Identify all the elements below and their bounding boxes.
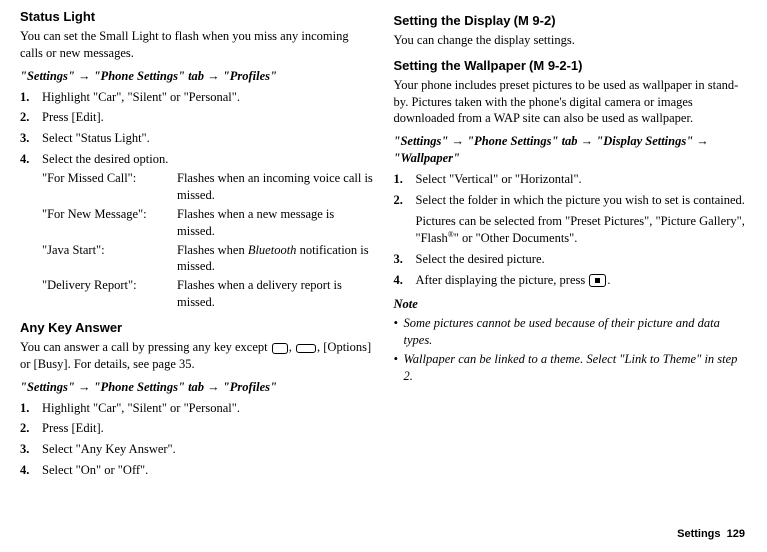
wallpaper-heading: Setting the Wallpaper	[394, 58, 526, 73]
step-item: 1. Highlight "Car", "Silent" or "Persona…	[20, 400, 374, 417]
wallpaper-code: (M 9-2-1)	[529, 58, 582, 73]
step-text: Select "Vertical" or "Horizontal".	[416, 171, 748, 188]
step-item: 3. Select "Any Key Answer".	[20, 441, 374, 458]
step-number: 4.	[20, 462, 42, 479]
page-columns: Status Light You can set the Small Light…	[20, 8, 747, 479]
step-number: 2.	[20, 420, 42, 437]
step-text: Select the folder in which the picture y…	[416, 193, 745, 207]
subnote-suffix: " or "Other Documents".	[454, 231, 578, 245]
right-column: Setting the Display (M 9-2) You can chan…	[394, 8, 748, 479]
step-item: 1. Select "Vertical" or "Horizontal".	[394, 171, 748, 188]
any-key-path: "Settings" → "Phone Settings" tab → "Pro…	[20, 379, 374, 396]
step-item: 4. After displaying the picture, press .	[394, 272, 748, 289]
wallpaper-path: "Settings" → "Phone Settings" tab → "Dis…	[394, 133, 748, 167]
step-number: 3.	[394, 251, 416, 268]
step-text: Highlight "Car", "Silent" or "Personal".	[42, 400, 374, 417]
step-text: Select "On" or "Off".	[42, 462, 374, 479]
wallpaper-steps: 1. Select "Vertical" or "Horizontal". 2.…	[394, 171, 748, 288]
display-code: (M 9-2)	[514, 13, 556, 28]
step-text-prefix: After displaying the picture, press	[416, 273, 589, 287]
step-number: 1.	[394, 171, 416, 188]
center-key-icon	[589, 274, 606, 287]
step-body: After displaying the picture, press .	[416, 272, 748, 289]
any-key-heading: Any Key Answer	[20, 320, 122, 335]
footer-label: Settings	[677, 528, 720, 540]
status-light-path: "Settings" → "Phone Settings" tab → "Pro…	[20, 68, 374, 85]
option-row: "Java Start": Flashes when Bluetooth not…	[42, 242, 374, 276]
step-number: 2.	[20, 109, 42, 126]
step-text: Select the desired picture.	[416, 251, 748, 268]
any-key-intro-mid: ,	[289, 340, 295, 354]
step-number: 4.	[394, 272, 416, 289]
option-desc-prefix: Flashes when	[177, 243, 248, 257]
note-item: • Some pictures cannot be used because o…	[394, 315, 748, 349]
step-number: 1.	[20, 89, 42, 106]
step-item: 3. Select the desired picture.	[394, 251, 748, 268]
step-item: 4. Select the desired option.	[20, 151, 374, 168]
note-heading: Note	[394, 296, 748, 313]
clear-key-icon	[296, 344, 316, 353]
step-number: 2.	[394, 192, 416, 247]
step-number: 1.	[20, 400, 42, 417]
option-desc: Flashes when an incoming voice call is m…	[177, 170, 374, 204]
note-text: Wallpaper can be linked to a theme. Sele…	[404, 351, 748, 385]
step-item: 4. Select "On" or "Off".	[20, 462, 374, 479]
bullet-icon: •	[394, 351, 404, 385]
step-subnote: Pictures can be selected from "Preset Pi…	[416, 213, 748, 247]
option-label: "For New Message":	[42, 206, 177, 240]
bullet-icon: •	[394, 315, 404, 349]
step-body: Select the folder in which the picture y…	[416, 192, 748, 247]
step-text: Select "Status Light".	[42, 130, 374, 147]
option-desc: Flashes when a delivery report is missed…	[177, 277, 374, 311]
option-row: "For Missed Call": Flashes when an incom…	[42, 170, 374, 204]
status-light-heading: Status Light	[20, 9, 95, 24]
option-desc: Flashes when Bluetooth notification is m…	[177, 242, 374, 276]
option-desc: Flashes when a new message is missed.	[177, 206, 374, 240]
any-key-steps: 1. Highlight "Car", "Silent" or "Persona…	[20, 400, 374, 480]
step-number: 4.	[20, 151, 42, 168]
step-item: 2. Press [Edit].	[20, 109, 374, 126]
status-light-options: "For Missed Call": Flashes when an incom…	[42, 170, 374, 311]
step-item: 2. Press [Edit].	[20, 420, 374, 437]
step-item: 1. Highlight "Car", "Silent" or "Persona…	[20, 89, 374, 106]
step-text: Select the desired option.	[42, 151, 374, 168]
wallpaper-heading-row: Setting the Wallpaper (M 9-2-1)	[394, 57, 748, 75]
option-label: "Delivery Report":	[42, 277, 177, 311]
note-item: • Wallpaper can be linked to a theme. Se…	[394, 351, 748, 385]
footer-page: 129	[727, 528, 745, 540]
option-row: "Delivery Report": Flashes when a delive…	[42, 277, 374, 311]
any-key-intro-prefix: You can answer a call by pressing any ke…	[20, 340, 271, 354]
option-row: "For New Message": Flashes when a new me…	[42, 206, 374, 240]
step-item: 2. Select the folder in which the pictur…	[394, 192, 748, 247]
note-text: Some pictures cannot be used because of …	[404, 315, 748, 349]
step-text: Press [Edit].	[42, 109, 374, 126]
end-key-icon	[272, 343, 288, 354]
any-key-intro: You can answer a call by pressing any ke…	[20, 339, 374, 373]
option-label: "Java Start":	[42, 242, 177, 276]
option-label: "For Missed Call":	[42, 170, 177, 204]
any-key-heading-row: Any Key Answer	[20, 319, 374, 337]
page-footer: Settings 129	[677, 527, 745, 542]
step-number: 3.	[20, 441, 42, 458]
display-intro: You can change the display settings.	[394, 32, 748, 49]
step-text: Press [Edit].	[42, 420, 374, 437]
status-light-steps: 1. Highlight "Car", "Silent" or "Persona…	[20, 89, 374, 169]
step-text: Highlight "Car", "Silent" or "Personal".	[42, 89, 374, 106]
step-text-suffix: .	[607, 273, 610, 287]
step-item: 3. Select "Status Light".	[20, 130, 374, 147]
display-heading: Setting the Display	[394, 13, 511, 28]
display-heading-row: Setting the Display (M 9-2)	[394, 12, 748, 30]
step-text: Select "Any Key Answer".	[42, 441, 374, 458]
wallpaper-intro: Your phone includes preset pictures to b…	[394, 77, 748, 128]
option-desc-italic: Bluetooth	[248, 243, 297, 257]
note-list: • Some pictures cannot be used because o…	[394, 315, 748, 385]
step-number: 3.	[20, 130, 42, 147]
status-light-intro: You can set the Small Light to flash whe…	[20, 28, 374, 62]
left-column: Status Light You can set the Small Light…	[20, 8, 374, 479]
